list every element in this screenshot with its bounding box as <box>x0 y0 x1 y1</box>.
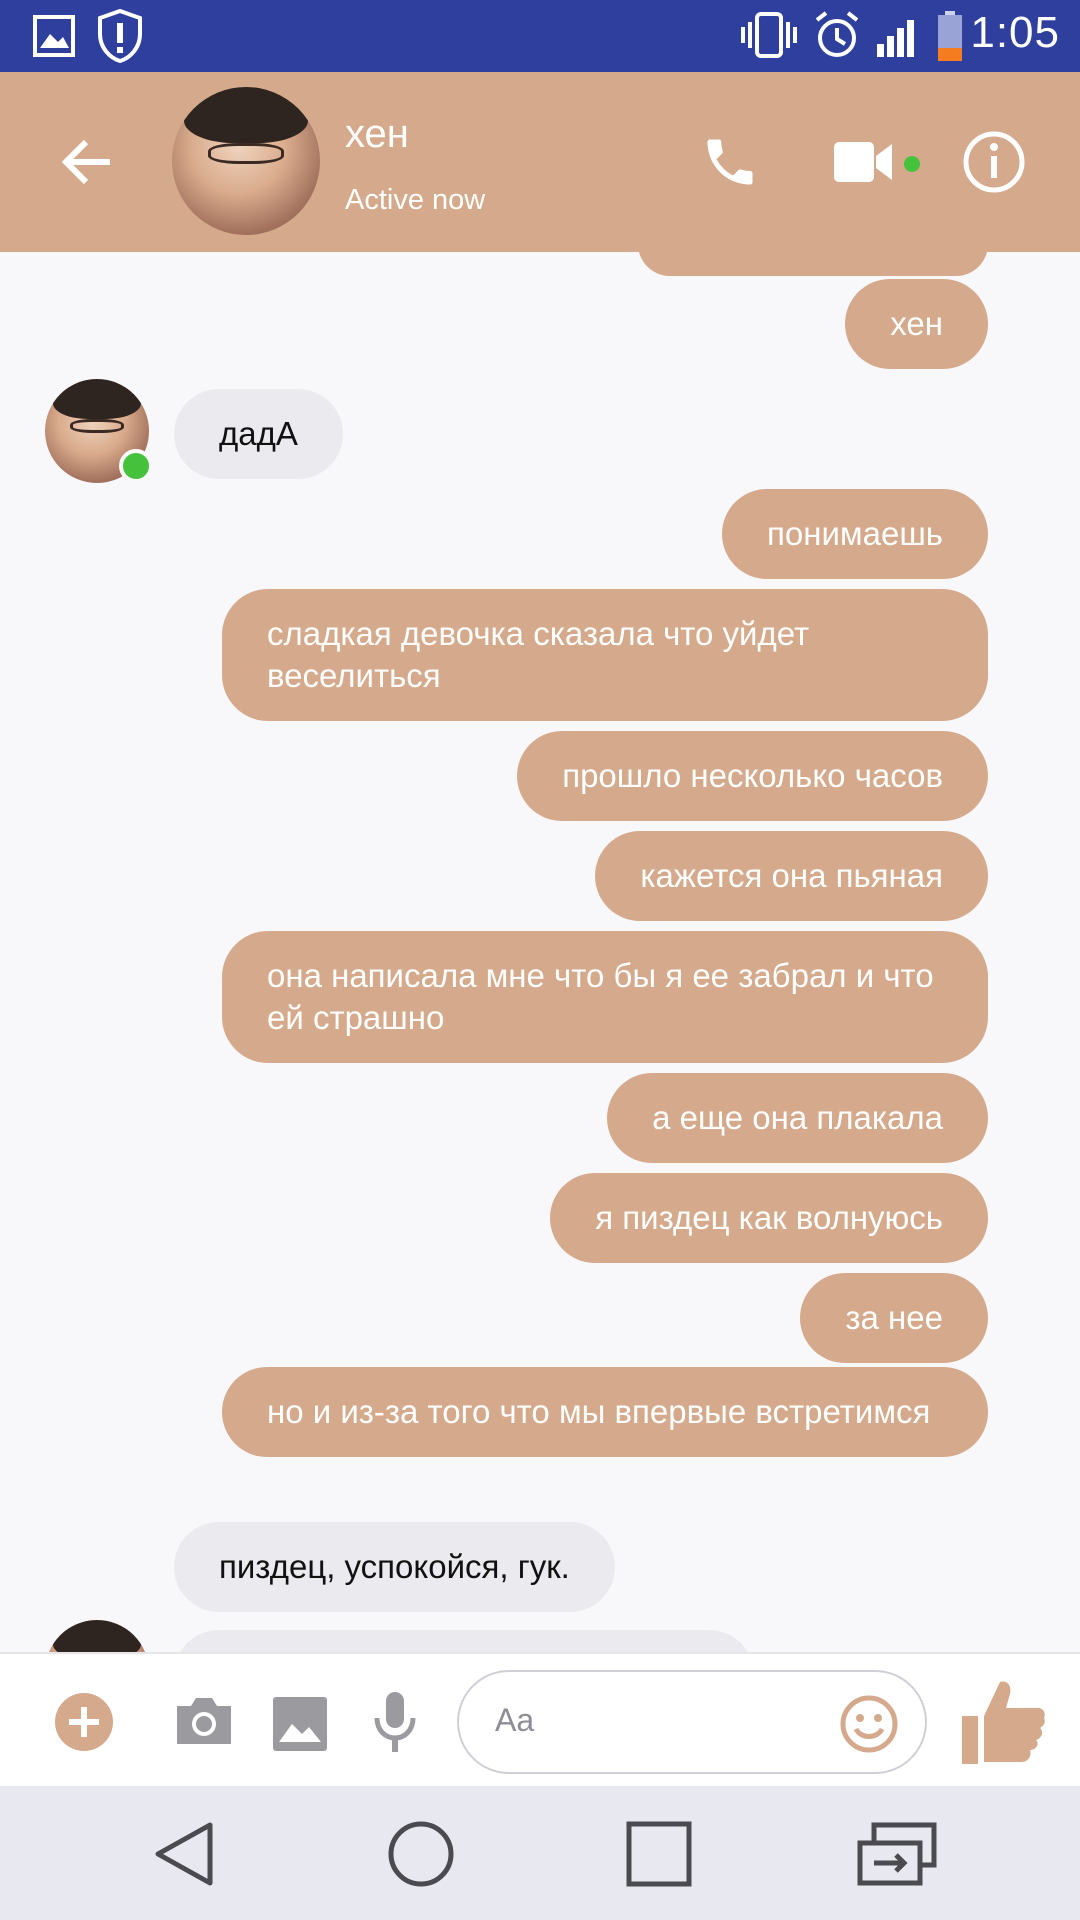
alarm-icon <box>815 11 859 57</box>
message-bubble-outgoing[interactable]: за нее <box>800 1273 988 1363</box>
info-icon[interactable] <box>962 130 1026 194</box>
message-bubble-outgoing[interactable]: прошло несколько часов <box>517 731 988 821</box>
message-bubble-incoming[interactable]: пиздец, успокойся, гук. <box>174 1522 615 1612</box>
status-bar: 1:05 <box>0 0 1080 72</box>
sender-avatar[interactable] <box>45 1620 149 1652</box>
system-navigation-bar <box>0 1786 1080 1920</box>
online-indicator <box>119 449 153 483</box>
contact-name[interactable]: хен <box>345 112 409 157</box>
message-bubble-outgoing[interactable]: понимаешь <box>722 489 988 579</box>
active-status: Active now <box>345 184 486 216</box>
clock-time: 1:05 <box>970 8 1060 57</box>
gallery-icon <box>33 15 75 57</box>
camera-icon[interactable] <box>173 1694 235 1748</box>
message-bubble-outgoing[interactable]: хен <box>845 279 988 369</box>
message-list[interactable]: хен дадА понимаешь сладкая девочка сказа… <box>0 252 1080 1652</box>
message-input-placeholder: Aa <box>495 1702 535 1738</box>
message-input[interactable]: Aa <box>457 1670 927 1774</box>
message-bubble-clipped[interactable] <box>638 252 988 276</box>
vibrate-icon <box>741 12 797 58</box>
back-arrow-icon[interactable] <box>58 134 114 190</box>
message-bubble-outgoing[interactable]: кажется она пьяная <box>595 831 988 921</box>
video-camera-icon[interactable] <box>832 136 894 188</box>
video-online-dot <box>904 156 920 172</box>
battery-low-icon <box>938 11 962 61</box>
shield-alert-icon <box>98 8 142 64</box>
message-composer: Aa <box>0 1652 1080 1788</box>
message-bubble-outgoing[interactable]: а еще она плакала <box>607 1073 988 1163</box>
message-bubble-incoming-clipped[interactable] <box>174 1630 754 1652</box>
microphone-icon[interactable] <box>372 1690 418 1754</box>
thumbs-up-icon[interactable] <box>960 1676 1046 1766</box>
contact-avatar[interactable] <box>172 87 320 235</box>
home-circle-icon[interactable] <box>386 1819 456 1889</box>
back-triangle-icon[interactable] <box>150 1819 220 1889</box>
phone-icon[interactable] <box>700 132 760 192</box>
emoji-icon[interactable] <box>839 1694 899 1754</box>
message-bubble-outgoing[interactable]: но и из-за того что мы впервые встретимс… <box>222 1367 988 1457</box>
switch-app-icon[interactable] <box>856 1819 940 1889</box>
image-icon[interactable] <box>272 1696 328 1752</box>
message-bubble-outgoing[interactable]: я пиздец как волнуюсь <box>550 1173 988 1263</box>
recents-square-icon[interactable] <box>624 1819 694 1889</box>
conversation-header: хен Active now <box>0 72 1080 252</box>
signal-icon <box>877 20 914 57</box>
message-bubble-outgoing[interactable]: она написала мне что бы я ее забрал и чт… <box>222 931 988 1063</box>
message-bubble-outgoing[interactable]: сладкая девочка сказала что уйдет весели… <box>222 589 988 721</box>
message-bubble-incoming[interactable]: дадА <box>174 389 343 479</box>
plus-icon[interactable] <box>54 1692 114 1752</box>
